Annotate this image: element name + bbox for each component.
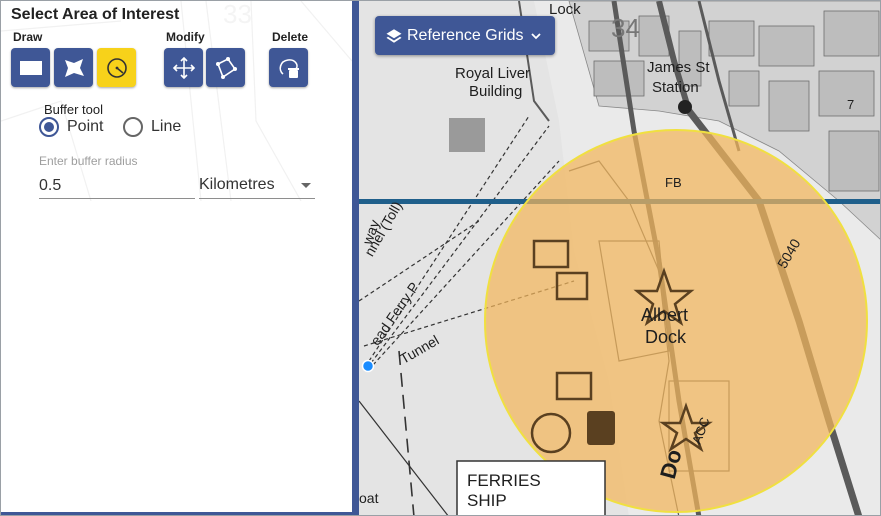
reference-grids-button[interactable]: Reference Grids <box>375 16 555 55</box>
map-label-ferries: FERRIES <box>467 471 541 490</box>
buffer-tool-title: Buffer tool <box>44 102 104 117</box>
draw-group-label: Draw <box>13 30 43 44</box>
map-label-lock: Lock <box>549 1 581 18</box>
draw-rectangle-button[interactable] <box>11 48 50 87</box>
delete-group-label: Delete <box>272 30 309 44</box>
map-label-7: 7 <box>847 97 855 112</box>
delete-shape-icon <box>278 58 299 78</box>
map-label-boat: oat <box>359 490 379 506</box>
map-label-grid-34: 34 <box>611 13 640 43</box>
reshape-icon <box>215 56 237 79</box>
buffer-unit-select[interactable]: Kilometres <box>199 173 315 199</box>
move-icon <box>172 56 195 79</box>
panel-bottom-bar <box>1 512 352 515</box>
rectangle-icon <box>19 60 42 75</box>
buffer-point-label: Point <box>67 118 104 135</box>
buffer-line-label: Line <box>151 118 182 135</box>
radio-checked-icon <box>39 117 59 137</box>
map-label-station: Station <box>652 79 699 96</box>
layers-icon <box>386 28 402 43</box>
circle-icon <box>106 57 127 78</box>
buffer-radius-input[interactable] <box>39 173 195 199</box>
polygon-icon <box>64 58 84 77</box>
map-label-ship: SHIP <box>467 491 507 510</box>
reference-grids-label: Reference Grids <box>407 26 524 44</box>
move-shape-button[interactable] <box>164 48 203 87</box>
map-label-fb: FB <box>665 175 682 190</box>
map-label-royal-liver: Royal Liver <box>455 65 531 82</box>
map-canvas <box>359 1 880 515</box>
caret-down-icon <box>301 183 311 188</box>
reshape-button[interactable] <box>206 48 245 87</box>
radio-unchecked-icon <box>123 117 143 137</box>
draw-circle-button[interactable] <box>97 48 136 87</box>
modify-group-label: Modify <box>166 30 205 44</box>
map-label-building: Building <box>469 83 523 100</box>
buffer-unit-value: Kilometres <box>199 176 275 193</box>
area-selection-panel: 33 Select Area of Interest Draw Modify D… <box>1 1 352 515</box>
buffer-line-radio[interactable]: Line <box>123 117 181 137</box>
map-label-dock: Dock <box>645 327 687 347</box>
draw-polygon-button[interactable] <box>54 48 93 87</box>
buffer-point-radio[interactable]: Point <box>39 117 103 137</box>
map-view[interactable]: Lock 34 Royal Liver Building James St St… <box>359 1 880 515</box>
svg-text:33: 33 <box>223 1 252 29</box>
map-label-james-st: James St <box>647 59 710 76</box>
app-window: 33 Select Area of Interest Draw Modify D… <box>0 0 881 516</box>
panel-divider[interactable] <box>352 1 359 515</box>
chevron-down-icon <box>530 32 541 39</box>
panel-title: Select Area of Interest <box>11 6 180 23</box>
buffer-radius-label: Enter buffer radius <box>39 154 138 168</box>
map-label-albert: Albert <box>641 305 689 325</box>
delete-shape-button[interactable] <box>269 48 308 87</box>
